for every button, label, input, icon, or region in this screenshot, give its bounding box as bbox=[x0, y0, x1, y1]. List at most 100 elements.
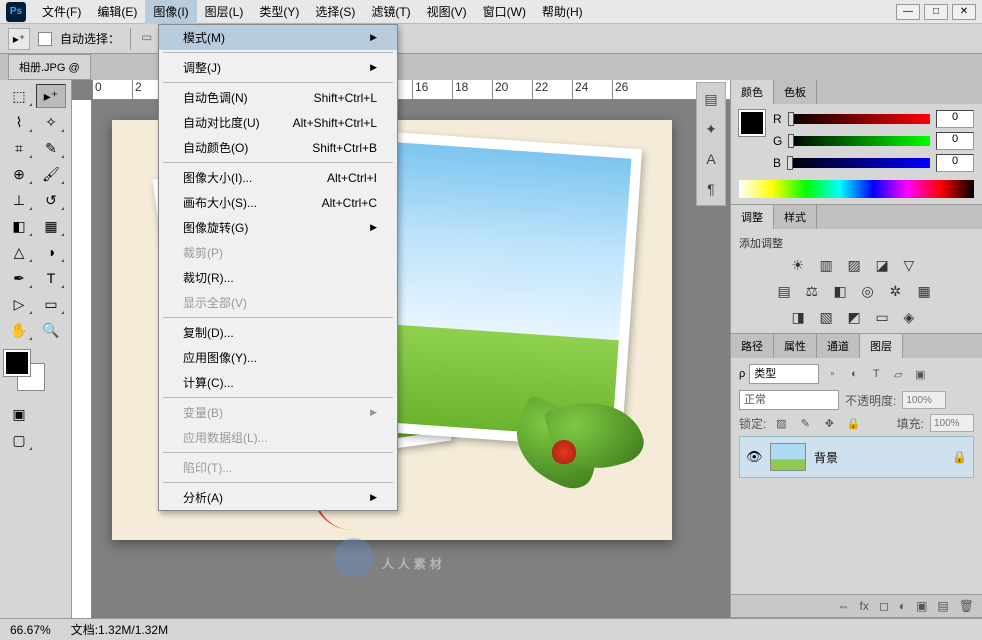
layer-mask-icon[interactable]: ◻ bbox=[879, 599, 889, 613]
tab-swatches[interactable]: 色板 bbox=[774, 80, 817, 104]
foreground-color-swatch[interactable] bbox=[4, 350, 30, 376]
brush-tool[interactable]: 🖌 bbox=[36, 162, 66, 186]
tab-channels[interactable]: 通道 bbox=[817, 334, 860, 358]
link-layers-icon[interactable]: ⇔ bbox=[838, 599, 850, 613]
shape-tool[interactable]: ▭ bbox=[36, 292, 66, 316]
close-button[interactable]: ✕ bbox=[952, 4, 976, 20]
hue-icon[interactable]: ▤ bbox=[778, 283, 796, 301]
move-tool[interactable]: ▸⁺ bbox=[36, 84, 66, 108]
lookup-icon[interactable]: ▦ bbox=[918, 283, 936, 301]
heal-tool[interactable]: ⊕ bbox=[4, 162, 34, 186]
menu-item-分析(A)[interactable]: 分析(A)▶ bbox=[159, 485, 397, 510]
filter-smart-icon[interactable]: ▣ bbox=[911, 365, 929, 383]
visibility-icon[interactable]: 👁 bbox=[746, 449, 762, 465]
document-size[interactable]: 文档:1.32M/1.32M bbox=[71, 621, 168, 638]
selective-icon[interactable]: ◈ bbox=[904, 309, 922, 327]
quickmask-tool[interactable]: ▣ bbox=[4, 402, 34, 426]
wand-tool[interactable]: ✧ bbox=[36, 110, 66, 134]
maximize-button[interactable]: □ bbox=[924, 4, 948, 20]
menu-帮助(H)[interactable]: 帮助(H) bbox=[534, 0, 591, 24]
menu-item-计算(C)...[interactable]: 计算(C)... bbox=[159, 370, 397, 395]
posterize-icon[interactable]: ▧ bbox=[820, 309, 838, 327]
current-tool-icon[interactable]: ▸⁺ bbox=[8, 28, 30, 50]
zoom-level[interactable]: 66.67% bbox=[10, 623, 51, 637]
green-value[interactable]: 0 bbox=[936, 132, 974, 150]
character-icon[interactable]: A bbox=[701, 149, 721, 169]
screenmode-tool[interactable]: ▢ bbox=[4, 428, 34, 452]
minimize-button[interactable]: — bbox=[896, 4, 920, 20]
path-select-tool[interactable]: ▷ bbox=[4, 292, 34, 316]
color-preview[interactable] bbox=[739, 110, 765, 136]
filter-adjust-icon[interactable]: ◐ bbox=[845, 365, 863, 383]
menu-item-图像大小(I)...[interactable]: 图像大小(I)...Alt+Ctrl+I bbox=[159, 165, 397, 190]
menu-item-应用图像(Y)...[interactable]: 应用图像(Y)... bbox=[159, 345, 397, 370]
lock-position-icon[interactable]: ✥ bbox=[820, 414, 838, 432]
menu-滤镜(T)[interactable]: 滤镜(T) bbox=[363, 0, 418, 24]
tab-color[interactable]: 颜色 bbox=[731, 80, 774, 104]
menu-item-自动颜色(O)[interactable]: 自动颜色(O)Shift+Ctrl+B bbox=[159, 135, 397, 160]
pen-tool[interactable]: ✒ bbox=[4, 266, 34, 290]
tab-properties[interactable]: 属性 bbox=[774, 334, 817, 358]
tab-styles[interactable]: 样式 bbox=[774, 205, 817, 229]
red-value[interactable]: 0 bbox=[936, 110, 974, 128]
menu-item-裁切(R)...[interactable]: 裁切(R)... bbox=[159, 265, 397, 290]
history-brush-tool[interactable]: ↺ bbox=[36, 188, 66, 212]
new-layer-icon[interactable]: ▤ bbox=[937, 599, 948, 613]
align-icon[interactable]: ▭ bbox=[141, 30, 159, 48]
hand-tool[interactable]: ✋ bbox=[4, 318, 34, 342]
paragraph-icon[interactable]: ¶ bbox=[701, 179, 721, 199]
red-slider[interactable] bbox=[788, 114, 930, 124]
layer-fx-icon[interactable]: fx bbox=[860, 599, 869, 613]
threshold-icon[interactable]: ◩ bbox=[848, 309, 866, 327]
balance-icon[interactable]: ⚖ bbox=[806, 283, 824, 301]
menu-编辑(E)[interactable]: 编辑(E) bbox=[89, 0, 145, 24]
gradient-map-icon[interactable]: ▭ bbox=[876, 309, 894, 327]
marquee-tool[interactable]: ⬚ bbox=[4, 84, 34, 108]
menu-窗口(W)[interactable]: 窗口(W) bbox=[475, 0, 534, 24]
bw-icon[interactable]: ◧ bbox=[834, 283, 852, 301]
dodge-tool[interactable]: ◑ bbox=[36, 240, 66, 264]
levels-icon[interactable]: ▥ bbox=[820, 257, 838, 275]
menu-选择(S)[interactable]: 选择(S) bbox=[307, 0, 363, 24]
channel-mixer-icon[interactable]: ✲ bbox=[890, 283, 908, 301]
new-group-icon[interactable]: ▣ bbox=[916, 599, 927, 613]
menu-item-调整(J)[interactable]: 调整(J)▶ bbox=[159, 55, 397, 80]
filter-shape-icon[interactable]: ▱ bbox=[889, 365, 907, 383]
zoom-tool[interactable]: 🔍 bbox=[36, 318, 66, 342]
lock-transparency-icon[interactable]: ▨ bbox=[772, 414, 790, 432]
exposure-icon[interactable]: ◪ bbox=[876, 257, 894, 275]
menu-类型(Y)[interactable]: 类型(Y) bbox=[251, 0, 307, 24]
photo-filter-icon[interactable]: ◎ bbox=[862, 283, 880, 301]
document-tab[interactable]: 相册.JPG @ bbox=[8, 54, 91, 80]
layer-thumbnail[interactable] bbox=[770, 443, 806, 471]
type-tool[interactable]: T bbox=[36, 266, 66, 290]
lock-all-icon[interactable]: 🔒 bbox=[844, 414, 862, 432]
blue-value[interactable]: 0 bbox=[936, 154, 974, 172]
crop-tool[interactable]: ⌗ bbox=[4, 136, 34, 160]
brightness-icon[interactable]: ☀ bbox=[792, 257, 810, 275]
layer-kind-filter[interactable]: 类型 bbox=[749, 364, 819, 384]
blue-slider[interactable] bbox=[787, 158, 930, 168]
filter-pixel-icon[interactable]: ▫ bbox=[823, 365, 841, 383]
opacity-input[interactable]: 100% bbox=[902, 391, 946, 409]
history-icon[interactable]: ▤ bbox=[701, 89, 721, 109]
menu-item-自动色调(N)[interactable]: 自动色调(N)Shift+Ctrl+L bbox=[159, 85, 397, 110]
layer-row[interactable]: 👁 背景 🔒 bbox=[739, 436, 974, 478]
menu-文件(F)[interactable]: 文件(F) bbox=[34, 0, 89, 24]
stamp-tool[interactable]: ⊥ bbox=[4, 188, 34, 212]
fill-input[interactable]: 100% bbox=[930, 414, 974, 432]
lock-pixels-icon[interactable]: ✎ bbox=[796, 414, 814, 432]
menu-视图(V)[interactable]: 视图(V) bbox=[419, 0, 475, 24]
menu-item-图像旋转(G)[interactable]: 图像旋转(G)▶ bbox=[159, 215, 397, 240]
curves-icon[interactable]: ▨ bbox=[848, 257, 866, 275]
blur-tool[interactable]: △ bbox=[4, 240, 34, 264]
delete-layer-icon[interactable]: 🗑 bbox=[959, 599, 974, 613]
vibrance-icon[interactable]: ▽ bbox=[904, 257, 922, 275]
eyedropper-tool[interactable]: ✎ bbox=[36, 136, 66, 160]
layer-name[interactable]: 背景 bbox=[814, 449, 838, 466]
menu-图层(L)[interactable]: 图层(L) bbox=[197, 0, 252, 24]
tab-layers[interactable]: 图层 bbox=[860, 334, 903, 358]
auto-select-checkbox[interactable] bbox=[38, 32, 52, 46]
green-slider[interactable] bbox=[788, 136, 930, 146]
tab-adjustments[interactable]: 调整 bbox=[731, 205, 774, 229]
